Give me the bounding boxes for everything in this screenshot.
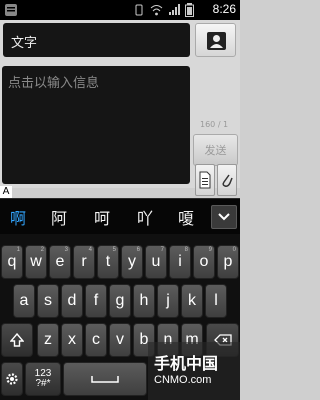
key-a[interactable]: a <box>13 284 35 318</box>
key-h[interactable]: h <box>133 284 155 318</box>
key-w[interactable]: w2 <box>25 245 47 279</box>
notification-icon <box>5 4 17 16</box>
key-x[interactable]: x <box>61 323 83 357</box>
signal-icon <box>169 4 180 15</box>
candidate-bar: 啊 阿 呵 吖 嗄 <box>0 198 240 234</box>
send-button[interactable]: 发送 <box>193 134 238 166</box>
symbols-key[interactable]: 123 ?#* <box>25 362 61 396</box>
status-time: 8:26 <box>212 2 236 16</box>
recipient-text: 文字 <box>11 36 38 51</box>
key-e[interactable]: e3 <box>49 245 71 279</box>
candidate-item[interactable]: 吖 <box>137 205 153 229</box>
gear-icon <box>6 373 18 385</box>
key-g[interactable]: g <box>109 284 131 318</box>
attachment-button[interactable] <box>217 164 237 196</box>
key-k[interactable]: k <box>181 284 203 318</box>
message-placeholder: 点击以输入信息 <box>8 76 100 91</box>
key-y[interactable]: y6 <box>121 245 143 279</box>
key-c[interactable]: c <box>85 323 107 357</box>
watermark: 手机中国 CNMO.com <box>148 342 240 400</box>
key-t[interactable]: t5 <box>97 245 119 279</box>
key-f[interactable]: f <box>85 284 107 318</box>
key-s[interactable]: s <box>37 284 59 318</box>
key-z[interactable]: z <box>37 323 59 357</box>
settings-key[interactable] <box>1 362 23 396</box>
shift-arrow-icon <box>10 333 24 347</box>
space-bar-icon <box>91 376 119 383</box>
shift-key[interactable] <box>1 323 33 357</box>
key-j[interactable]: j <box>157 284 179 318</box>
battery-icon <box>185 3 194 17</box>
contact-card-icon <box>207 32 226 50</box>
candidate-item[interactable]: 呵 <box>94 205 110 229</box>
key-q[interactable]: q1 <box>1 245 23 279</box>
watermark-url: CNMO.com <box>154 374 212 386</box>
key-i[interactable]: i8 <box>169 245 191 279</box>
message-input[interactable]: 点击以输入信息 <box>2 66 190 184</box>
attach-template-button[interactable] <box>195 164 215 196</box>
ime-mode-indicator: A <box>0 186 12 198</box>
space-key[interactable] <box>63 362 147 396</box>
expand-candidates-button[interactable] <box>211 205 237 229</box>
key-v[interactable]: v <box>109 323 131 357</box>
wifi-icon <box>150 5 163 16</box>
candidate-item[interactable]: 嗄 <box>178 205 194 229</box>
contact-picker-button[interactable] <box>195 23 236 57</box>
paperclip-icon <box>222 174 233 187</box>
chevron-down-icon <box>218 213 230 221</box>
candidate-item[interactable]: 啊 <box>10 205 26 229</box>
watermark-title: 手机中国 <box>154 354 219 373</box>
recipient-field[interactable]: 文字 <box>3 23 190 57</box>
candidate-item[interactable]: 阿 <box>51 205 67 229</box>
recipient-row: 文字 <box>0 20 240 60</box>
key-l[interactable]: l <box>205 284 227 318</box>
key-p[interactable]: p0 <box>217 245 239 279</box>
key-r[interactable]: r4 <box>73 245 95 279</box>
key-o[interactable]: o9 <box>193 245 215 279</box>
status-bar: 8:26 <box>0 0 240 20</box>
key-d[interactable]: d <box>61 284 83 318</box>
char-counter: 160 / 1 <box>200 120 229 129</box>
vibrate-icon <box>135 4 143 16</box>
document-icon <box>199 171 211 189</box>
key-u[interactable]: u7 <box>145 245 167 279</box>
